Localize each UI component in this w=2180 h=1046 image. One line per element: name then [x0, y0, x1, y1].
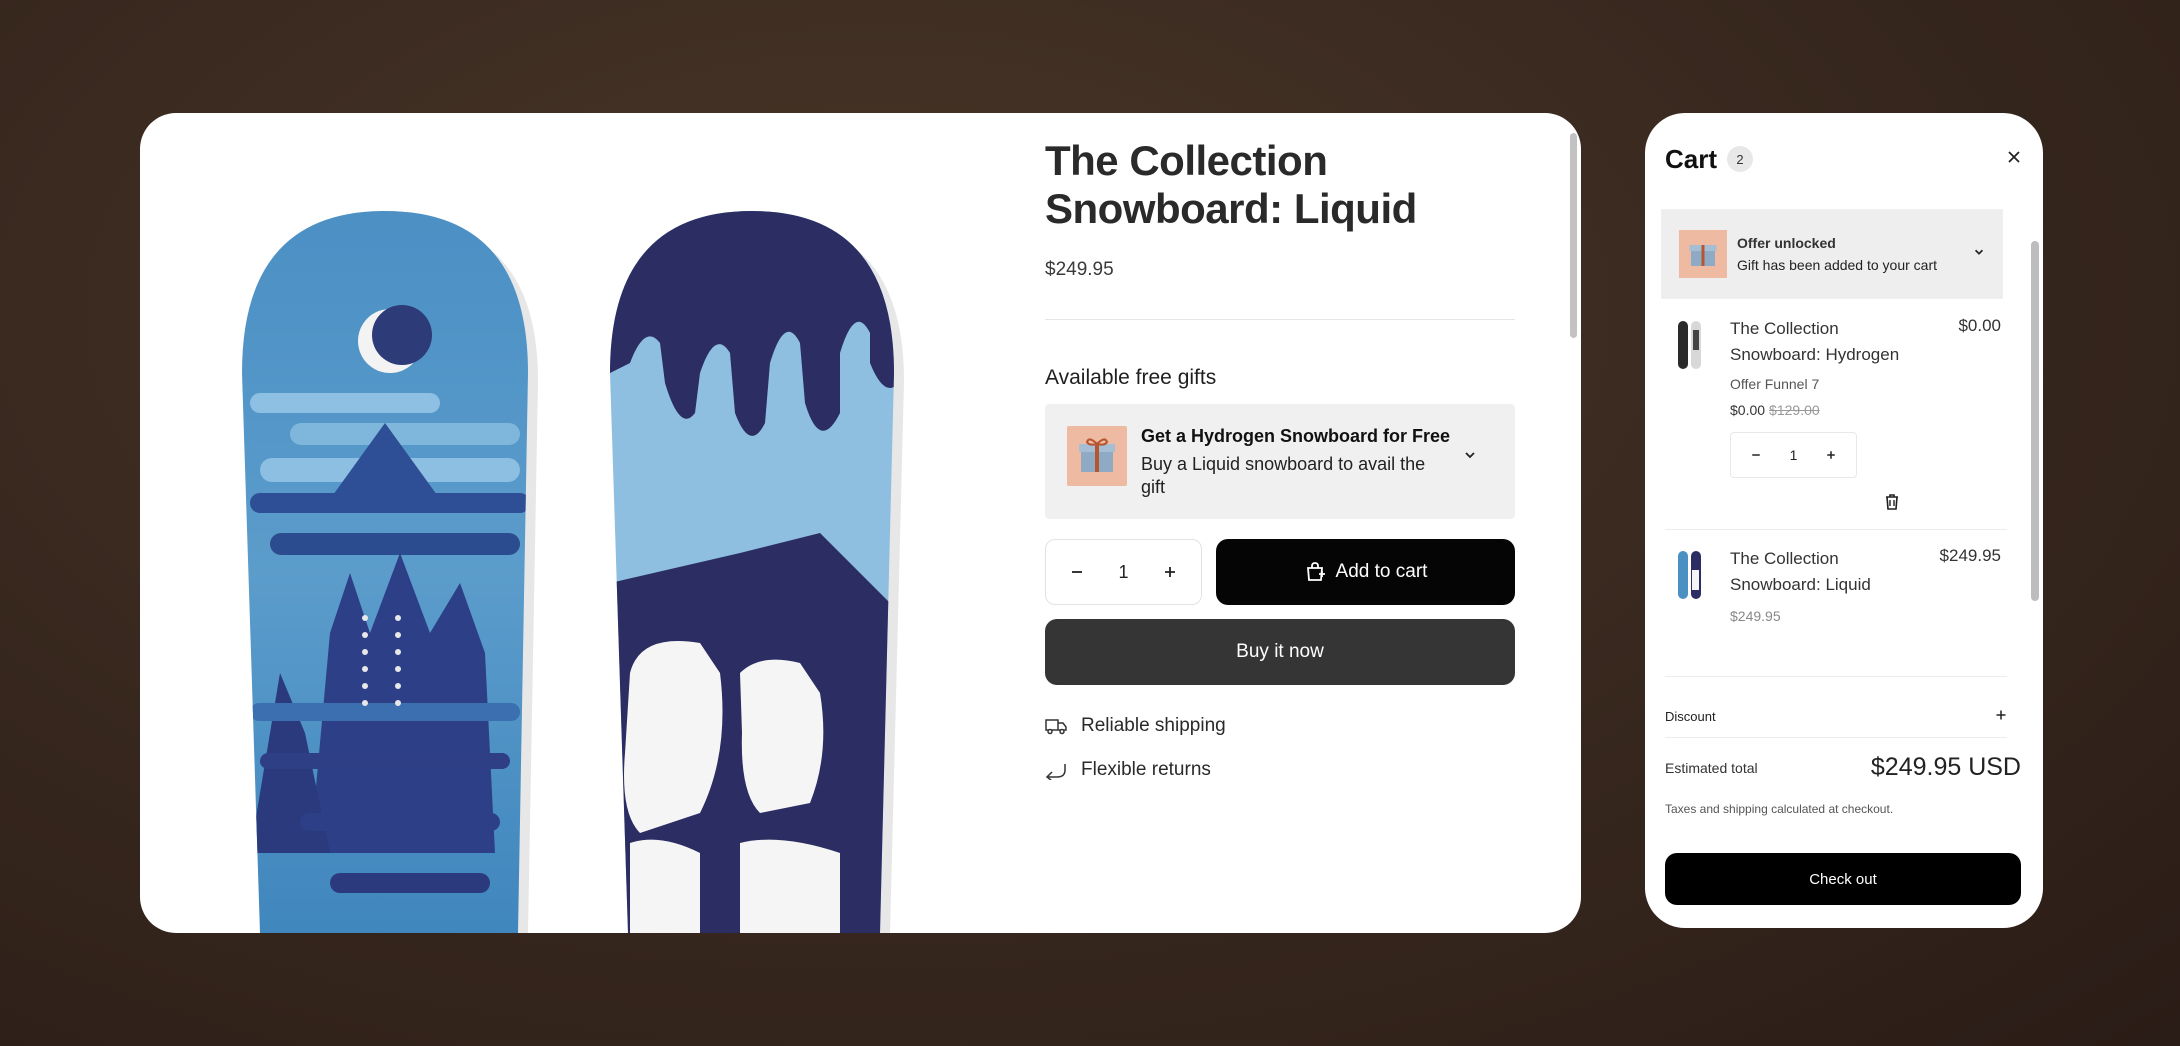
- tax-note: Taxes and shipping calculated at checkou…: [1665, 802, 1894, 816]
- chevron-down-icon[interactable]: [1973, 245, 1985, 263]
- return-arrow-icon: [1045, 764, 1066, 780]
- offer-unlocked-banner[interactable]: Offer unlocked Gift has been added to yo…: [1661, 209, 2003, 299]
- estimated-total-label: Estimated total: [1665, 759, 1758, 776]
- item-meta: Offer Funnel 7: [1730, 376, 1820, 392]
- product-title: The Collection Snowboard: Liquid: [1045, 137, 1515, 233]
- feature-returns: Flexible returns: [1045, 759, 1515, 781]
- item-name[interactable]: The Collection Snowboard: Hydrogen: [1730, 316, 1910, 368]
- cart-count-badge: 2: [1727, 146, 1754, 172]
- add-to-cart-label: Add to cart: [1335, 561, 1428, 582]
- minus-icon[interactable]: [1743, 442, 1769, 468]
- gift-box-icon: [1689, 245, 1717, 266]
- product-image: [140, 113, 1000, 933]
- offer-thumbnail: [1679, 230, 1727, 278]
- item-unit-price: $249.95: [1730, 608, 1781, 624]
- product-info: The Collection Snowboard: Liquid $249.95…: [1045, 113, 1515, 933]
- product-title-line-2: Snowboard: Liquid: [1045, 185, 1417, 232]
- buy-row: 1 Add to cart: [1045, 539, 1515, 605]
- discount-toggle[interactable]: Discount: [1665, 696, 2007, 736]
- divider: [1045, 319, 1515, 320]
- item-price: $0.00 $129.00: [1730, 402, 1910, 418]
- offer-title: Offer unlocked: [1737, 234, 1836, 251]
- gift-title: Get a Hydrogen Snowboard for Free: [1141, 426, 1451, 446]
- item-thumbnail: [1678, 551, 1701, 599]
- buy-it-now-label: Buy it now: [1236, 641, 1324, 662]
- plus-icon[interactable]: [1157, 559, 1183, 585]
- product-price: $249.95: [1045, 259, 1114, 280]
- divider: [1665, 529, 2007, 530]
- page-scrollbar[interactable]: [1570, 133, 1577, 338]
- estimated-total-row: Estimated total $249.95 USD: [1665, 753, 2021, 782]
- buy-it-now-button[interactable]: Buy it now: [1045, 619, 1515, 685]
- item-compare-price: $129.00: [1769, 402, 1820, 418]
- discount-label: Discount: [1665, 708, 1716, 724]
- quantity-value[interactable]: 1: [1118, 562, 1128, 583]
- trash-icon[interactable]: [1885, 494, 1899, 515]
- add-to-cart-button[interactable]: Add to cart: [1216, 539, 1515, 605]
- item-line-total: $0.00: [1958, 316, 2001, 335]
- item-unit-price: $0.00: [1730, 402, 1766, 418]
- product-card: The Collection Snowboard: Liquid $249.95…: [140, 113, 1581, 933]
- plus-icon: [1995, 709, 2007, 724]
- item-quantity-stepper: 1: [1730, 432, 1857, 478]
- minus-icon[interactable]: [1064, 559, 1090, 585]
- gift-thumbnail: [1067, 426, 1127, 486]
- cart-scrollbar[interactable]: [2031, 241, 2039, 601]
- gift-subtitle: Buy a Liquid snowboard to avail the gift: [1141, 454, 1426, 497]
- divider: [1665, 737, 2007, 738]
- free-gift-offer[interactable]: Get a Hydrogen Snowboard for Free Buy a …: [1045, 404, 1515, 519]
- estimated-total-value: $249.95 USD: [1870, 753, 2021, 781]
- plus-icon[interactable]: [1818, 442, 1844, 468]
- shopping-bag-icon: [1306, 562, 1325, 581]
- item-line-total: $249.95: [1939, 546, 2001, 565]
- cart-title: Cart: [1665, 143, 1718, 174]
- chevron-down-icon[interactable]: [1463, 448, 1477, 467]
- truck-icon: [1045, 719, 1067, 735]
- checkout-button[interactable]: Check out: [1665, 853, 2021, 905]
- cart-header: Cart 2: [1665, 141, 2023, 177]
- divider: [1665, 676, 2007, 677]
- feature-returns-label: Flexible returns: [1081, 759, 1211, 780]
- item-name[interactable]: The Collection Snowboard: Liquid: [1730, 546, 1910, 598]
- free-gifts-heading: Available free gifts: [1045, 366, 1217, 389]
- gift-box-icon: [1079, 438, 1115, 472]
- offer-subtitle: Gift has been added to your cart: [1737, 256, 1938, 273]
- quantity-stepper: 1: [1045, 539, 1202, 605]
- feature-shipping: Reliable shipping: [1045, 715, 1515, 737]
- item-quantity-value[interactable]: 1: [1790, 447, 1798, 463]
- item-thumbnail: [1678, 321, 1701, 369]
- feature-shipping-label: Reliable shipping: [1081, 715, 1226, 736]
- snowboard-image: [242, 211, 904, 933]
- checkout-label: Check out: [1809, 870, 1877, 888]
- cart-drawer: Cart 2 Offer unlocked Gift has been adde…: [1645, 113, 2043, 928]
- close-icon[interactable]: [2005, 148, 2023, 171]
- product-title-line-1: The Collection: [1045, 137, 1328, 184]
